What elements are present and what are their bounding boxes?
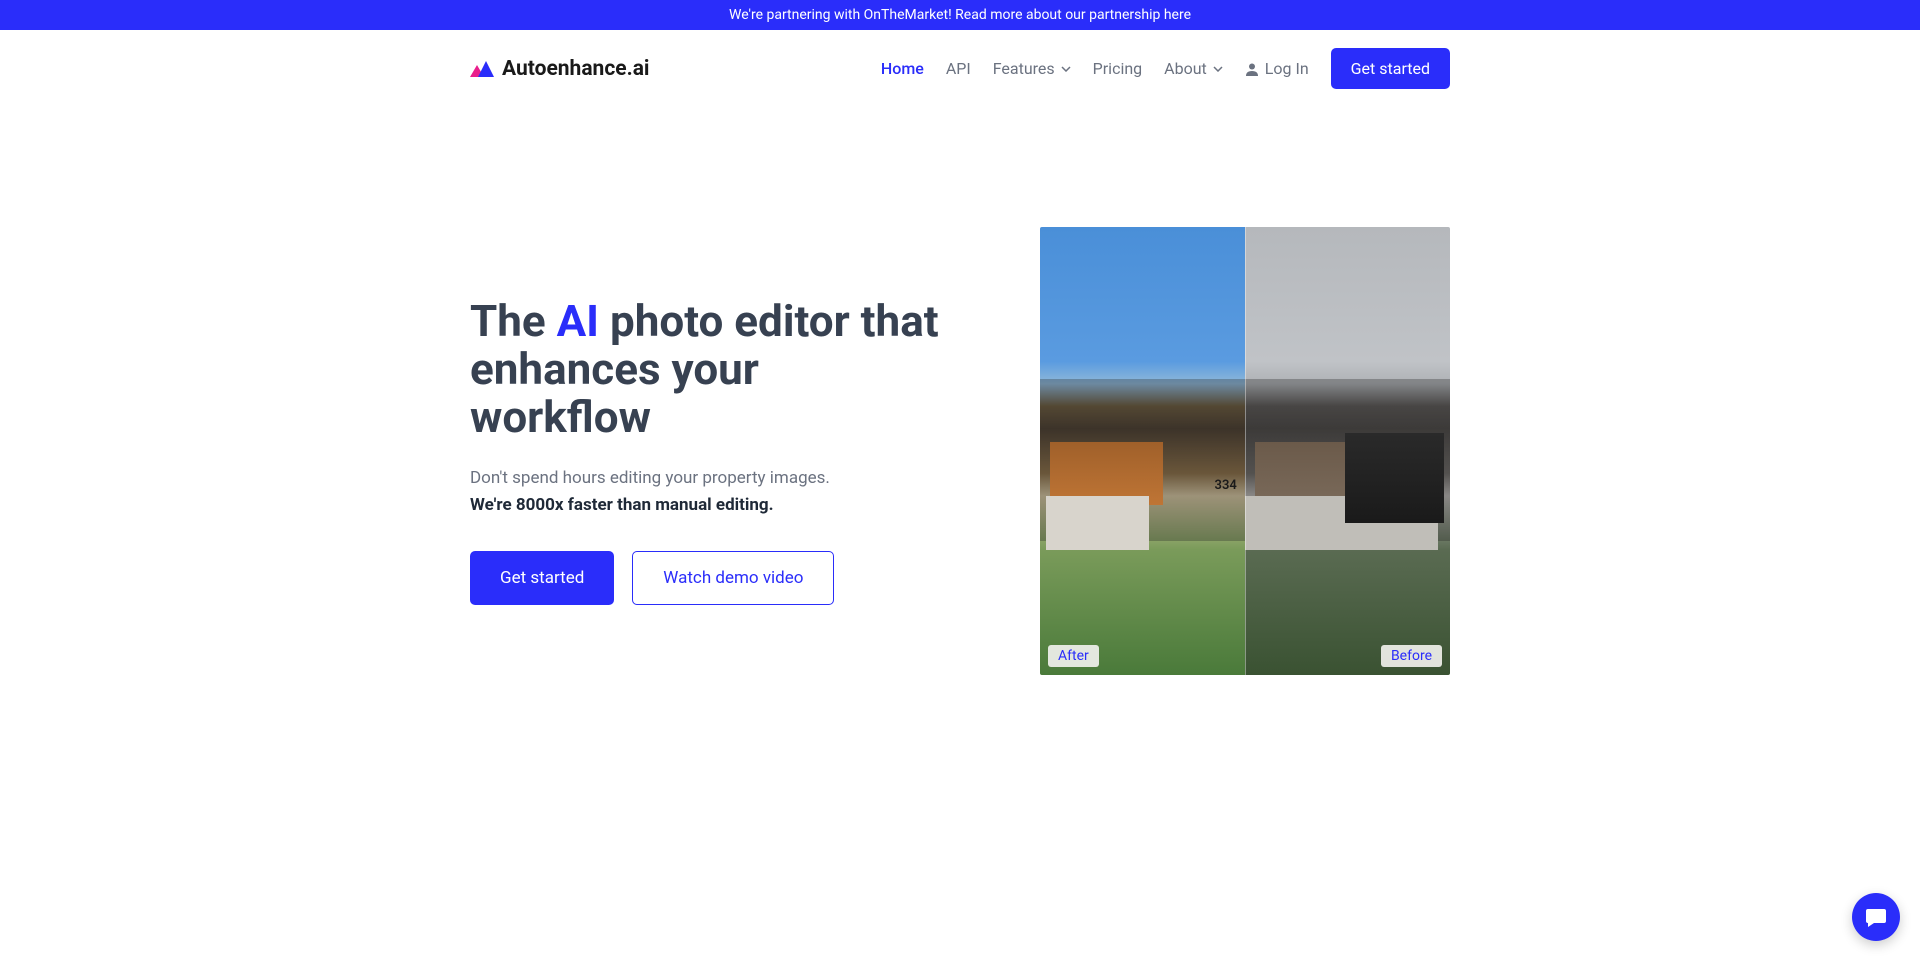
nav-pricing[interactable]: Pricing — [1093, 59, 1143, 78]
label-after: After — [1048, 645, 1099, 667]
chevron-down-icon — [1061, 66, 1071, 72]
nav-about[interactable]: About — [1164, 59, 1223, 78]
nav-home[interactable]: Home — [881, 59, 924, 78]
hero-get-started-button[interactable]: Get started — [470, 551, 614, 605]
nav-about-label: About — [1164, 59, 1207, 78]
hero-watch-demo-button[interactable]: Watch demo video — [632, 551, 834, 605]
hero-text: The AI photo editor that enhances your w… — [470, 297, 940, 606]
user-icon — [1245, 62, 1259, 76]
hero-subtitle-bold: We're 8000x faster than manual editing. — [470, 495, 940, 515]
logo[interactable]: Autoenhance.ai — [470, 57, 650, 81]
header: Autoenhance.ai Home API Features Pricing… — [470, 30, 1450, 107]
announcement-bar[interactable]: We're partnering with OnTheMarket! Read … — [0, 0, 1920, 30]
comparison-divider — [1245, 227, 1246, 675]
image-before-side — [1245, 227, 1450, 675]
nav-api[interactable]: API — [946, 59, 971, 78]
chat-widget-button[interactable] — [1852, 893, 1900, 941]
hero-buttons: Get started Watch demo video — [470, 551, 940, 605]
house-number: 334 — [1215, 478, 1237, 493]
chat-icon — [1864, 905, 1888, 929]
chevron-down-icon — [1213, 66, 1223, 72]
hero-comparison-image: 334 After Before — [1040, 227, 1450, 675]
hero-title-pre: The — [470, 295, 557, 347]
hero-title: The AI photo editor that enhances your w… — [470, 297, 940, 442]
announcement-text: We're partnering with OnTheMarket! Read … — [729, 7, 1191, 23]
logo-mark-icon — [470, 59, 494, 79]
brand-name: Autoenhance.ai — [502, 57, 650, 81]
image-after-side: 334 — [1040, 227, 1245, 675]
nav-features[interactable]: Features — [993, 59, 1071, 78]
nav-login-label: Log In — [1265, 59, 1309, 78]
hero-subtitle: Don't spend hours editing your property … — [470, 466, 940, 492]
nav-login[interactable]: Log In — [1245, 59, 1309, 78]
nav-features-label: Features — [993, 59, 1055, 78]
main-nav: Home API Features Pricing About Log In G… — [881, 48, 1450, 89]
label-before: Before — [1381, 645, 1442, 667]
hero-title-accent: AI — [557, 295, 599, 347]
hero-section: The AI photo editor that enhances your w… — [470, 107, 1450, 735]
nav-cta-button[interactable]: Get started — [1331, 48, 1450, 89]
